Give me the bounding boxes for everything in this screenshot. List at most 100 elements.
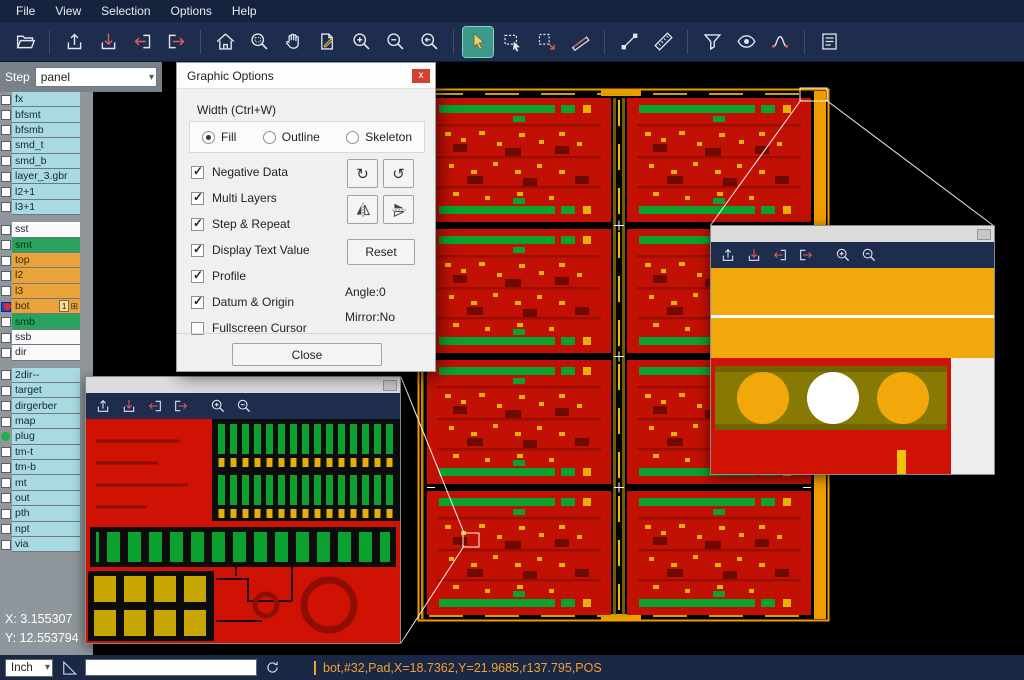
- layer-row[interactable]: pth: [0, 506, 93, 521]
- layer-checkbox[interactable]: [0, 522, 12, 537]
- transform-button[interactable]: [531, 27, 561, 57]
- layer-row[interactable]: smb: [0, 314, 93, 329]
- unit-select[interactable]: Inch ▾: [5, 659, 53, 677]
- layer-row[interactable]: plug: [0, 429, 93, 444]
- zoom-window-button[interactable]: [244, 27, 274, 57]
- menu-help[interactable]: Help: [222, 1, 267, 21]
- layer-row[interactable]: tm-t: [0, 445, 93, 460]
- layer-checkbox[interactable]: [0, 475, 12, 490]
- layer-checkbox[interactable]: [0, 268, 12, 283]
- menu-view[interactable]: View: [45, 1, 91, 21]
- layer-checkbox[interactable]: [0, 138, 12, 153]
- radio-fill[interactable]: Fill: [202, 130, 236, 144]
- annotate-button[interactable]: [312, 27, 342, 57]
- import-up-button[interactable]: [716, 244, 740, 266]
- line-tool-button[interactable]: [614, 27, 644, 57]
- layer-checkbox[interactable]: [0, 368, 12, 383]
- layer-checkbox[interactable]: [0, 200, 12, 215]
- layer-checkbox[interactable]: [0, 253, 12, 268]
- layer-checkbox[interactable]: [0, 414, 12, 429]
- zoom-previous-button[interactable]: [414, 27, 444, 57]
- step-select[interactable]: panel ▾: [35, 67, 157, 87]
- layer-row[interactable]: top: [0, 253, 93, 268]
- layer-row[interactable]: l2+1: [0, 184, 93, 199]
- layer-row[interactable]: target: [0, 383, 93, 398]
- close-button[interactable]: Close: [232, 343, 382, 366]
- import-down-button[interactable]: [93, 27, 123, 57]
- zoom-out-button[interactable]: [380, 27, 410, 57]
- layer-row[interactable]: via: [0, 537, 93, 552]
- flip-vertical-button[interactable]: [383, 195, 414, 224]
- layer-row[interactable]: 2dir--: [0, 368, 93, 383]
- import-right-button[interactable]: [794, 244, 818, 266]
- import-up-button[interactable]: [59, 27, 89, 57]
- layer-row[interactable]: dirgerber: [0, 398, 93, 413]
- layer-checkbox[interactable]: [0, 445, 12, 460]
- select-cursor-button[interactable]: [463, 27, 493, 57]
- select-rect-button[interactable]: [497, 27, 527, 57]
- checkbox-fullscreen-cursor[interactable]: Fullscreen Cursor: [191, 315, 310, 341]
- magnifier2-title-bar[interactable]: [711, 226, 994, 242]
- dialog-title-bar[interactable]: Graphic Options x: [177, 63, 435, 89]
- layer-checkbox[interactable]: [0, 123, 12, 138]
- layer-row[interactable]: npt: [0, 522, 93, 537]
- layer-checkbox[interactable]: [0, 238, 12, 253]
- layer-row[interactable]: l3+1: [0, 200, 93, 215]
- import-left-button[interactable]: [143, 395, 167, 417]
- layer-checkbox[interactable]: [0, 314, 12, 329]
- checkbox-profile[interactable]: Profile: [191, 263, 310, 289]
- zoom-in-button[interactable]: [346, 27, 376, 57]
- window-menu-icon[interactable]: [383, 380, 397, 391]
- net-highlight-button[interactable]: [765, 27, 795, 57]
- layer-checkbox[interactable]: [0, 107, 12, 122]
- window-menu-icon[interactable]: [977, 229, 991, 240]
- layer-row[interactable]: bfsmb: [0, 123, 93, 138]
- layer-checkbox[interactable]: [0, 284, 12, 299]
- layer-row[interactable]: bot1⊞: [0, 299, 93, 314]
- import-down-button[interactable]: [742, 244, 766, 266]
- import-right-button[interactable]: [161, 27, 191, 57]
- menu-file[interactable]: File: [6, 1, 45, 21]
- layer-row[interactable]: bfsmt: [0, 107, 93, 122]
- radio-outline[interactable]: Outline: [263, 130, 320, 144]
- import-left-button[interactable]: [768, 244, 792, 266]
- layer-row[interactable]: fx: [0, 92, 93, 107]
- ruler-button[interactable]: [648, 27, 678, 57]
- layer-checkbox[interactable]: [0, 383, 12, 398]
- import-right-button[interactable]: [169, 395, 193, 417]
- radio-skeleton[interactable]: Skeleton: [346, 130, 412, 144]
- import-up-button[interactable]: [91, 395, 115, 417]
- magnifier2-view[interactable]: [711, 268, 994, 474]
- layer-checkbox[interactable]: [0, 184, 12, 199]
- layer-checkbox[interactable]: [0, 154, 12, 169]
- magnifier1-title-bar[interactable]: [86, 377, 400, 393]
- layer-checkbox[interactable]: [0, 506, 12, 521]
- import-left-button[interactable]: [127, 27, 157, 57]
- refresh-icon[interactable]: [264, 659, 281, 676]
- eye-button[interactable]: [731, 27, 761, 57]
- green-layer-indicator[interactable]: [0, 429, 12, 444]
- layer-checkbox[interactable]: [0, 92, 12, 107]
- rotate-ccw-button[interactable]: ↺: [383, 159, 414, 188]
- rotate-cw-button[interactable]: ↻: [347, 159, 378, 188]
- zoom-in-button[interactable]: [831, 244, 855, 266]
- layer-checkbox[interactable]: [0, 169, 12, 184]
- report-button[interactable]: [814, 27, 844, 57]
- layer-row[interactable]: out: [0, 491, 93, 506]
- layer-row[interactable]: layer_3.gbr: [0, 169, 93, 184]
- layer-row[interactable]: smd_t: [0, 138, 93, 153]
- reset-button[interactable]: Reset: [347, 239, 415, 265]
- layer-row[interactable]: l3: [0, 284, 93, 299]
- measure-button[interactable]: [565, 27, 595, 57]
- pan-hand-button[interactable]: [278, 27, 308, 57]
- layer-row[interactable]: smd_b: [0, 154, 93, 169]
- zoom-out-button[interactable]: [232, 395, 256, 417]
- layer-checkbox[interactable]: [0, 345, 12, 360]
- layer-checkbox[interactable]: [0, 460, 12, 475]
- layer-row[interactable]: dir: [0, 345, 93, 360]
- open-folder-button[interactable]: [10, 27, 40, 57]
- layer-checkbox[interactable]: [0, 398, 12, 413]
- layer-row[interactable]: tm-b: [0, 460, 93, 475]
- menu-options[interactable]: Options: [161, 1, 222, 21]
- command-input[interactable]: [85, 659, 257, 676]
